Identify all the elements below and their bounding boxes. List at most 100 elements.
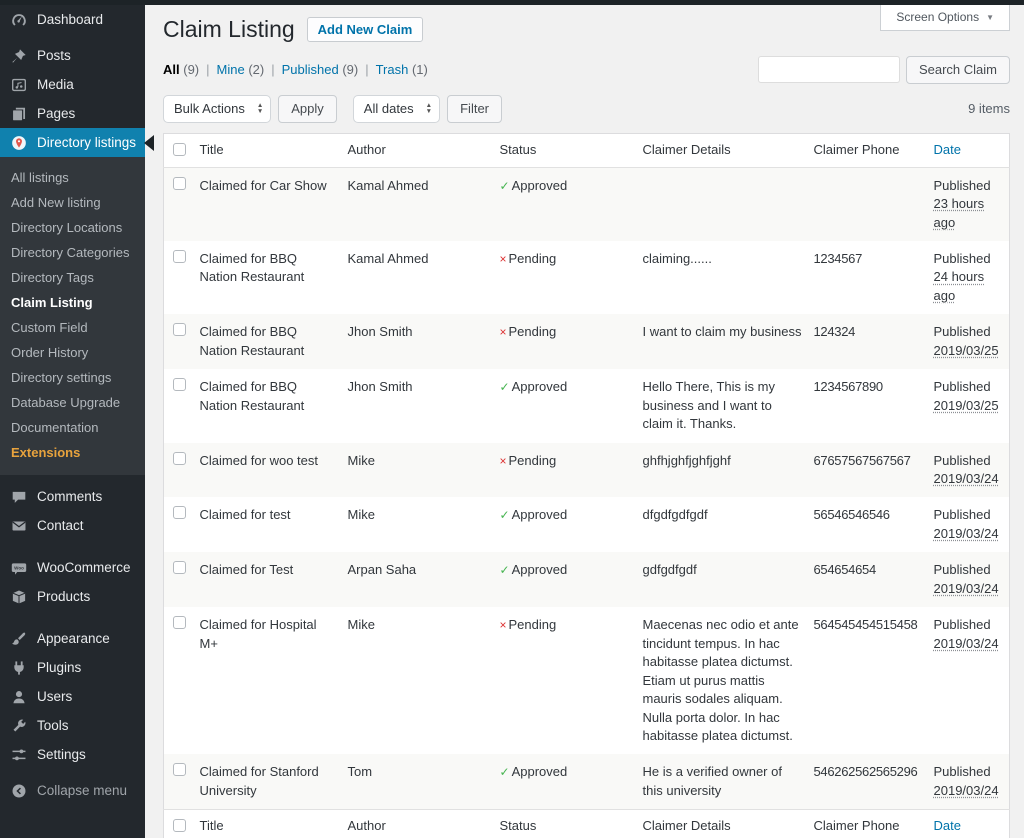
approved-status-icon: ✓ xyxy=(500,562,510,579)
row-checkbox[interactable] xyxy=(173,177,186,190)
sidebar-collapse-menu[interactable]: Collapse menu xyxy=(0,776,145,805)
sidebar-item-label: Contact xyxy=(37,518,84,533)
publish-status: Published xyxy=(934,323,1004,341)
claimer-details: He is a verified owner of this universit… xyxy=(643,764,782,797)
publish-date: 24 hours ago xyxy=(934,268,1004,305)
claimer-details: claiming...... xyxy=(643,251,712,266)
column-header-date-top[interactable]: Date xyxy=(934,142,961,157)
filter-button[interactable]: Filter xyxy=(447,95,502,123)
sidebar-item-users[interactable]: Users xyxy=(0,682,145,711)
sidebar-subitem-directory-locations[interactable]: Directory Locations xyxy=(0,215,145,240)
claimer-details: dfgdfgdfgdf xyxy=(643,507,708,522)
dashboard-icon xyxy=(9,10,28,29)
publish-date: 2019/03/24 xyxy=(934,470,1004,488)
bulk-actions-select[interactable]: Bulk Actions ▲▼ xyxy=(163,95,271,123)
sidebar-item-woocommerce[interactable]: Woo WooCommerce xyxy=(0,553,145,582)
claimer-details: ghfhjghfjghfjghf xyxy=(643,453,731,468)
sidebar-item-label: Plugins xyxy=(37,660,81,675)
sidebar-item-label: Products xyxy=(37,589,90,604)
sidebar-item-settings[interactable]: Settings xyxy=(0,740,145,769)
search-input[interactable] xyxy=(758,56,900,83)
all-dates-select[interactable]: All dates ▲▼ xyxy=(353,95,440,123)
claim-title: Claimed for woo test xyxy=(200,453,319,468)
view-separator: | xyxy=(271,62,274,77)
publish-status: Published xyxy=(934,616,1004,634)
screen-options-button[interactable]: Screen Options ▼ xyxy=(880,5,1010,31)
bulk-actions-value: Bulk Actions xyxy=(174,101,245,116)
sidebar-item-pages[interactable]: Pages xyxy=(0,99,145,128)
table-header: TitleAuthorStatusClaimer DetailsClaimer … xyxy=(164,133,1010,167)
table-row: Claimed for Car ShowKamal Ahmed✓Approved… xyxy=(164,167,1010,241)
pages-icon xyxy=(9,104,28,123)
claim-author: Jhon Smith xyxy=(348,324,413,339)
sidebar-item-appearance[interactable]: Appearance xyxy=(0,624,145,653)
status-label: Pending xyxy=(509,617,557,632)
view-count: (2) xyxy=(248,62,264,77)
sidebar-item-contact[interactable]: Contact xyxy=(0,511,145,540)
sidebar-item-dashboard[interactable]: Dashboard xyxy=(0,5,145,34)
apply-button[interactable]: Apply xyxy=(278,95,337,123)
view-filter-mine[interactable]: Mine (2) xyxy=(217,62,265,77)
claimer-details: I want to claim my business xyxy=(643,324,802,339)
view-count: (1) xyxy=(412,62,428,77)
add-new-claim-button[interactable]: Add New Claim xyxy=(307,17,424,42)
sidebar-item-comments[interactable]: Comments xyxy=(0,482,145,511)
claim-title: Claimed for Stanford University xyxy=(200,764,319,797)
status-label: Approved xyxy=(512,507,568,522)
sidebar-subitem-database-upgrade[interactable]: Database Upgrade xyxy=(0,390,145,415)
claim-title: Claimed for BBQ Nation Restaurant xyxy=(200,324,305,357)
column-header-claimer-phone-top: Claimer Phone xyxy=(814,142,900,157)
select-arrows-icon: ▲▼ xyxy=(426,103,432,114)
sidebar-item-posts[interactable]: Posts xyxy=(0,41,145,70)
sidebar-subitem-custom-field[interactable]: Custom Field xyxy=(0,315,145,340)
search-claim-button[interactable]: Search Claim xyxy=(906,56,1010,84)
sidebar-subitem-all-listings[interactable]: All listings xyxy=(0,165,145,190)
row-checkbox[interactable] xyxy=(173,250,186,263)
comment-bubble-icon xyxy=(9,487,28,506)
table-row: Claimed for BBQ Nation RestaurantKamal A… xyxy=(164,241,1010,314)
view-filter-published[interactable]: Published (9) xyxy=(282,62,359,77)
sidebar-subitem-directory-categories[interactable]: Directory Categories xyxy=(0,240,145,265)
claim-author: Tom xyxy=(348,764,373,779)
select-all-checkbox[interactable] xyxy=(173,819,186,832)
sidebar-subitem-directory-settings[interactable]: Directory settings xyxy=(0,365,145,390)
screen-options-label: Screen Options xyxy=(896,10,979,24)
sidebar-item-label: WooCommerce xyxy=(37,560,131,575)
row-checkbox[interactable] xyxy=(173,506,186,519)
claim-author: Arpan Saha xyxy=(348,562,417,577)
column-header-date-bottom[interactable]: Date xyxy=(934,818,961,833)
view-filter-all[interactable]: All (9) xyxy=(163,62,199,77)
sidebar-item-media[interactable]: Media xyxy=(0,70,145,99)
row-checkbox[interactable] xyxy=(173,763,186,776)
sidebar-subitem-documentation[interactable]: Documentation xyxy=(0,415,145,440)
sidebar-subitem-order-history[interactable]: Order History xyxy=(0,340,145,365)
row-checkbox[interactable] xyxy=(173,616,186,629)
table-row: Claimed for BBQ Nation Restaurant Jhon Sm… xyxy=(164,314,1010,369)
sidebar-subitem-add-new-listing[interactable]: Add New listing xyxy=(0,190,145,215)
row-checkbox[interactable] xyxy=(173,561,186,574)
sidebar-item-label: Appearance xyxy=(37,631,110,646)
column-header-status-top: Status xyxy=(500,142,537,157)
sidebar-item-products[interactable]: Products xyxy=(0,582,145,611)
svg-text:Woo: Woo xyxy=(14,565,24,570)
plug-icon xyxy=(9,658,28,677)
sidebar-subitem-extensions[interactable]: Extensions xyxy=(0,440,145,465)
sidebar-item-tools[interactable]: Tools xyxy=(0,711,145,740)
location-pin-icon xyxy=(9,133,28,152)
sidebar-item-plugins[interactable]: Plugins xyxy=(0,653,145,682)
pending-status-icon: × xyxy=(500,324,507,341)
sidebar-item-label: Comments xyxy=(37,489,102,504)
status-label: Pending xyxy=(509,324,557,339)
view-filter-trash[interactable]: Trash (1) xyxy=(376,62,428,77)
column-header-row: TitleAuthorStatusClaimer DetailsClaimer … xyxy=(164,810,1010,838)
select-all-checkbox[interactable] xyxy=(173,143,186,156)
row-checkbox[interactable] xyxy=(173,323,186,336)
row-checkbox[interactable] xyxy=(173,452,186,465)
publish-status: Published xyxy=(934,452,1004,470)
sidebar-subitem-claim-listing[interactable]: Claim Listing xyxy=(0,290,145,315)
view-separator: | xyxy=(365,62,368,77)
sidebar-subitem-directory-tags[interactable]: Directory Tags xyxy=(0,265,145,290)
sidebar-item-directory-listings[interactable]: Directory listings xyxy=(0,128,145,157)
row-checkbox[interactable] xyxy=(173,378,186,391)
claim-author: Mike xyxy=(348,453,375,468)
